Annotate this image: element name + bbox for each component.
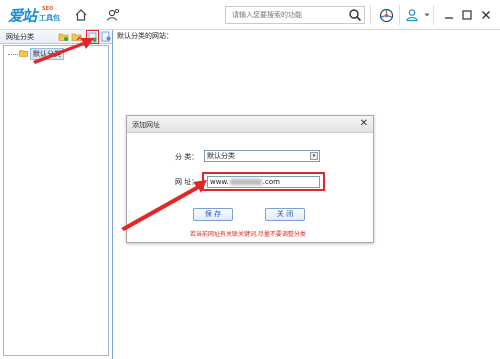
- folder-icon: [19, 49, 28, 59]
- save-button[interactable]: 保 存: [193, 208, 233, 221]
- edit-folder-icon[interactable]: [71, 31, 82, 42]
- dialog-titlebar: 添加网址 ✕: [127, 116, 373, 133]
- category-select[interactable]: 默认分类 ▾: [204, 150, 320, 162]
- toolbar-divider: [399, 5, 400, 25]
- url-input[interactable]: www. .com: [207, 176, 320, 188]
- left-panel: 网址分类 默认分类: [0, 30, 113, 359]
- left-panel-header: 网址分类: [0, 30, 112, 44]
- minimize-icon[interactable]: [442, 8, 456, 22]
- close-icon[interactable]: [479, 8, 493, 22]
- redacted-domain: [229, 179, 262, 185]
- url-highlight-box: www. .com: [202, 172, 325, 191]
- dialog-notice: 若当前网址有关联关键词,尽量不要调整分类: [190, 231, 306, 238]
- category-label: 分 类：: [175, 153, 199, 161]
- toolbar-divider: [370, 5, 371, 25]
- app-logo: 爱站 SEO 工具包: [8, 5, 64, 25]
- home-icon[interactable]: [72, 6, 90, 24]
- add-url-dialog: 添加网址 ✕ 分 类： 默认分类 ▾ 网 址： www. .com 保 存 关 闭…: [126, 115, 374, 243]
- logo-seo-text: SEO: [42, 6, 54, 12]
- logo-sub-text: 工具包: [39, 14, 60, 22]
- top-toolbar: 爱站 SEO 工具包: [0, 0, 500, 30]
- toolbar-divider: [433, 5, 434, 25]
- add-url-button[interactable]: [86, 30, 99, 44]
- steering-wheel-icon[interactable]: [377, 6, 395, 24]
- url-label: 网 址：: [175, 178, 199, 186]
- delete-icon[interactable]: [101, 31, 112, 42]
- dropdown-icon[interactable]: [423, 6, 431, 24]
- restore-icon[interactable]: [460, 8, 474, 22]
- category-select-value: 默认分类: [207, 152, 235, 160]
- tree-item-default[interactable]: 默认分类: [8, 48, 64, 60]
- search-icon[interactable]: [348, 8, 362, 24]
- user-icon[interactable]: [403, 6, 421, 24]
- url-suffix: .com: [262, 178, 280, 186]
- left-panel-title: 网址分类: [6, 33, 34, 41]
- search-input[interactable]: [226, 7, 344, 23]
- category-tree: 默认分类: [3, 45, 109, 356]
- main-title: 默认分类的网站：: [117, 32, 173, 40]
- logo-main-text: 爱站: [8, 7, 37, 25]
- add-folder-icon[interactable]: [58, 31, 69, 42]
- dialog-close-icon[interactable]: ✕: [360, 118, 368, 130]
- user-settings-icon[interactable]: [104, 6, 122, 24]
- close-button[interactable]: 关 闭: [265, 208, 305, 221]
- tree-item-label: 默认分类: [30, 48, 64, 60]
- tree-connector: [8, 53, 18, 55]
- search-box: [225, 6, 365, 24]
- dialog-title: 添加网址: [132, 121, 160, 129]
- url-prefix: www.: [210, 178, 229, 186]
- chevron-down-icon[interactable]: ▾: [310, 152, 318, 160]
